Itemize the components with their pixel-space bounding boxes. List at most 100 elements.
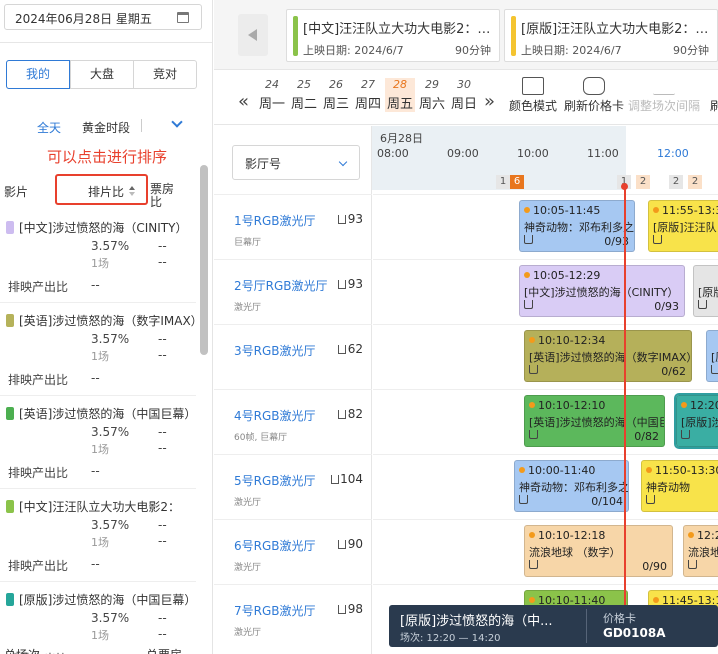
movie-card[interactable]: [原版]汪汪队立大功大电影2：… 上映日期: 2024/6/7 90分钟 xyxy=(504,9,718,62)
adjust-interval-button[interactable]: 调整场次间隔 xyxy=(628,77,700,114)
hall-row[interactable]: 4号RGB激光厅 82 60帧, 巨幕厅 xyxy=(214,389,372,454)
hall-row[interactable]: 2号厅RGB激光厅 93 激光厅 xyxy=(214,259,372,324)
hall-row[interactable]: 3号RGB激光厅 62 xyxy=(214,324,372,389)
hall-row[interactable]: 6号RGB激光厅 90 激光厅 xyxy=(214,519,372,584)
color-mode-button[interactable]: 颜色模式 xyxy=(509,77,557,114)
tooltip-price-label: 价格卡 xyxy=(603,612,636,625)
session-block[interactable]: 11:55-13:35 [原版]汪汪队 xyxy=(648,200,718,252)
hall-select-label: 影厅号 xyxy=(245,157,282,171)
session-time: 10:10-12:10 xyxy=(529,399,605,412)
seat-icon xyxy=(529,365,538,374)
day-周日[interactable]: 30 周日 xyxy=(449,78,479,112)
output-value: -- xyxy=(91,557,100,571)
session-time: 10:00-11:40 xyxy=(519,464,595,477)
day-number: 24 xyxy=(265,78,279,91)
tick-label: 09:00 xyxy=(447,147,479,160)
footer-total-tickets: 总票房 xyxy=(146,646,182,654)
session-time: 10:05-11:45 xyxy=(524,204,600,217)
hall-name[interactable]: 6号RGB激光厅 xyxy=(234,537,316,554)
filter-golden-time[interactable]: 黄金时段 xyxy=(82,119,130,136)
session-block[interactable]: 12:2 流浪地 xyxy=(683,525,718,577)
session-block[interactable]: 10:10-12:18 流浪地球 （数字） 0/90 xyxy=(524,525,673,577)
day-周四[interactable]: 27 周四 xyxy=(353,78,383,112)
prev-week-icon[interactable]: « xyxy=(238,91,249,112)
day-周六[interactable]: 29 周六 xyxy=(417,78,447,112)
session-block[interactable]: [原版 xyxy=(693,265,718,317)
sort-down-icon[interactable] xyxy=(129,192,135,196)
movie-name: [中文]涉过愤怒的海（CINITY） xyxy=(19,221,188,235)
tick-label: 08:00 xyxy=(377,147,409,160)
session-sold: 0/104 xyxy=(591,495,623,508)
filter-all-day[interactable]: 全天 xyxy=(37,119,61,136)
movie-ratio: 3.57% xyxy=(91,425,130,439)
session-movie: 神奇动物：邓布利多之谜 xyxy=(519,481,629,494)
movie-color-swatch xyxy=(6,221,14,234)
tooltip-price-value: GD0108A xyxy=(603,626,666,640)
hall-name[interactable]: 3号RGB激光厅 xyxy=(234,342,316,359)
day-周一[interactable]: 24 周一 xyxy=(257,78,287,112)
more-button[interactable]: 刷 xyxy=(710,77,718,114)
session-time: 10:10-12:34 xyxy=(529,334,605,347)
chevron-down-icon[interactable] xyxy=(171,116,183,128)
output-value: -- xyxy=(91,278,100,292)
session-time: 10:05-12:29 xyxy=(524,269,600,282)
day-number: 25 xyxy=(297,78,311,91)
hall-name[interactable]: 7号RGB激光厅 xyxy=(234,602,316,619)
session-block[interactable]: 10:10-12:34 [英语]涉过愤怒的海（数字IMAX） 0/62 xyxy=(524,330,692,382)
hall-tag: 激光厅 xyxy=(234,498,262,508)
seat-icon xyxy=(338,215,346,224)
list-item[interactable]: [英语]涉过愤怒的海（数字IMAX） 3.57% -- 1场 -- 排映产出比 -- xyxy=(0,306,199,399)
session-block[interactable]: 12:20 [原版]涉 xyxy=(674,393,718,449)
hall-tag: 激光厅 xyxy=(234,563,262,573)
list-item[interactable]: [原版]涉过愤怒的海（中国巨幕）3.57%--1场--排映产出比-- xyxy=(0,585,196,654)
session-block[interactable]: 11:50-13:30 神奇动物 xyxy=(641,460,718,512)
hall-row[interactable]: 7号RGB激光厅 98 激光厅 xyxy=(214,584,372,649)
timeline-date: 6月28日 xyxy=(380,132,423,145)
hall-row[interactable]: 1号RGB激光厅 93 巨幕厅 xyxy=(214,194,372,259)
prev-arrow-icon[interactable] xyxy=(238,14,268,56)
session-block[interactable]: 10:00-11:40 神奇动物：邓布利多之谜 0/104 xyxy=(514,460,629,512)
movie-name: [英语]涉过愤怒的海（中国巨幕） xyxy=(19,407,197,421)
seat-icon xyxy=(653,235,662,244)
session-block[interactable]: 10:10-12:10 [英语]涉过愤怒的海（中国巨幕）0/82 xyxy=(524,395,665,447)
hall-seats: 93 xyxy=(347,277,363,291)
hall-select[interactable]: 影厅号 xyxy=(232,145,360,180)
date-text: 2024年06月28日 星期五 xyxy=(15,12,152,26)
hall-row[interactable]: 5号RGB激光厅 104 激光厅 xyxy=(214,454,372,519)
list-item[interactable]: [中文]涉过愤怒的海（CINITY） 3.57% -- 1场 -- 排映产出比 -- xyxy=(0,213,196,306)
day-weekday: 周二 xyxy=(290,97,317,112)
calendar-icon[interactable] xyxy=(177,12,189,23)
toolbar: « 24 周一 25 周二 26 周三 27 周四 28 周五 29 周六 30 周日 » 颜色模式 刷新… xyxy=(214,71,718,125)
tab-competitor[interactable]: 竞对 xyxy=(133,61,196,88)
seat-icon xyxy=(524,235,533,244)
header-box-office[interactable]: 票房比 xyxy=(150,183,176,209)
next-week-icon[interactable]: » xyxy=(484,91,495,112)
date-picker[interactable]: 2024年06月28日 星期五 xyxy=(4,4,202,30)
list-item[interactable]: [英语]涉过愤怒的海（中国巨幕） 3.57% -- 1场 -- 排映产出比 -- xyxy=(0,399,196,492)
session-block[interactable]: 10:05-11:45 神奇动物：邓布利多之谜 0/93 xyxy=(519,200,635,252)
hall-name[interactable]: 5号RGB激光厅 xyxy=(234,472,316,489)
refresh-price-card-button[interactable]: 刷新价格卡 xyxy=(564,77,624,114)
hall-name[interactable]: 1号RGB激光厅 xyxy=(234,212,316,229)
day-周五[interactable]: 28 周五 xyxy=(385,78,415,112)
movie-color-bar xyxy=(293,16,298,56)
hall-name[interactable]: 4号RGB激光厅 xyxy=(234,407,316,424)
session-sold: 0/90 xyxy=(642,560,667,573)
tab-market[interactable]: 大盘 xyxy=(70,61,133,88)
hall-name[interactable]: 2号厅RGB激光厅 xyxy=(234,277,328,294)
day-周二[interactable]: 25 周二 xyxy=(289,78,319,112)
session-block[interactable]: [原 xyxy=(706,330,718,382)
sort-up-icon[interactable] xyxy=(129,186,135,190)
seat-icon xyxy=(698,300,707,309)
day-周三[interactable]: 26 周三 xyxy=(321,78,351,112)
divider xyxy=(141,119,142,132)
more-label: 刷 xyxy=(710,99,718,113)
movie-ratio: 3.57% xyxy=(91,611,130,625)
session-block[interactable]: 10:05-12:29 [中文]涉过愤怒的海（CINITY） 0/93 xyxy=(519,265,685,317)
list-item[interactable]: [中文]汪汪队立大功大电影2： 3.57% -- 1场 -- 排映产出比 -- xyxy=(0,492,196,585)
tab-mine[interactable]: 我的 xyxy=(6,60,70,89)
scrollbar[interactable] xyxy=(200,165,208,355)
header-ratio[interactable]: 排片比 xyxy=(88,183,124,200)
session-movie: [原版 xyxy=(698,286,718,299)
movie-card[interactable]: [中文]汪汪队立大功大电影2：… 上映日期: 2024/6/7 90分钟 xyxy=(286,9,500,62)
